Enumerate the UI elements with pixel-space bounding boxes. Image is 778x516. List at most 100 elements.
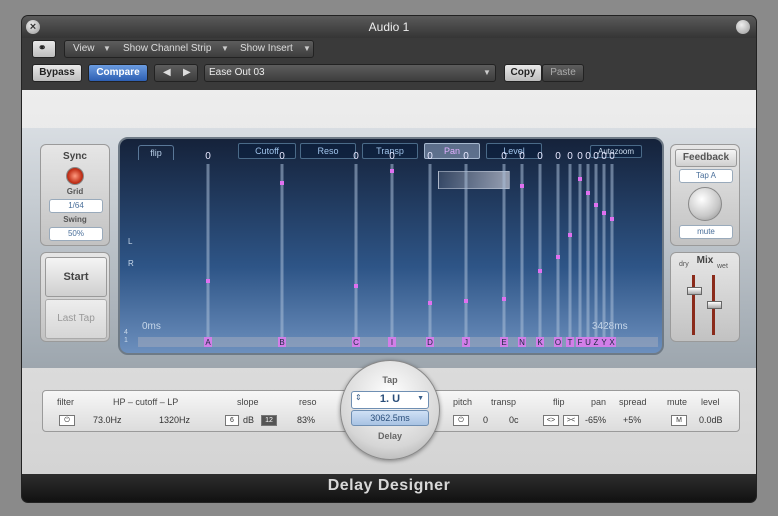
tap-zero-marker: 0 <box>577 151 583 162</box>
tap-letter[interactable]: T <box>568 338 573 347</box>
pitch-toggle-icon[interactable]: ⏻ <box>453 415 469 426</box>
bypass-button[interactable]: Bypass <box>32 64 82 82</box>
wet-slider-handle[interactable] <box>707 301 722 309</box>
tap-letter[interactable]: C <box>353 338 359 347</box>
tap-delay-dial: Tap ⇕ 1. U ▼ 3062.5ms Delay <box>340 360 440 460</box>
slope-label: slope <box>237 397 259 407</box>
tap-letter[interactable]: E <box>501 338 506 347</box>
feedback-mute-button[interactable]: mute <box>679 225 733 239</box>
tap-zero-marker: 0 <box>353 151 359 162</box>
dry-label: dry <box>679 261 689 268</box>
tap-letter[interactable]: I <box>391 338 393 347</box>
tap-selector[interactable]: ⇕ 1. U ▼ <box>351 391 429 409</box>
zoom-window-icon[interactable] <box>736 20 750 34</box>
compare-button[interactable]: Compare <box>88 64 148 82</box>
pan-value-marker[interactable] <box>520 184 524 188</box>
slope-12-button[interactable]: 12 <box>261 415 277 426</box>
pan-value-marker[interactable] <box>538 269 542 273</box>
wet-label: wet <box>717 263 728 270</box>
tap-letter[interactable]: Z <box>594 338 599 347</box>
chevron-down-icon: ▼ <box>417 395 424 402</box>
tap-zero-marker: 0 <box>463 151 469 162</box>
grid-label: Grid <box>66 187 84 196</box>
tap-letter[interactable]: O <box>555 338 561 347</box>
slope-6-button[interactable]: 6 <box>225 415 239 426</box>
pan-value-marker[interactable] <box>354 284 358 288</box>
tap-letter[interactable]: Y <box>601 338 607 347</box>
filter-toggle-icon[interactable]: ⏻ <box>59 415 75 426</box>
transp-semitone-value[interactable]: 0 <box>483 415 488 425</box>
preset-selector[interactable]: Ease Out 03 ▼ <box>204 64 496 82</box>
title-bar: × Audio 1 <box>22 16 756 38</box>
flip-rl-button[interactable]: >< <box>563 415 579 426</box>
tap-zero-marker: 0 <box>279 151 285 162</box>
dry-slider-track[interactable] <box>692 275 695 335</box>
tap-letter[interactable]: D <box>427 338 433 347</box>
start-button[interactable]: Start <box>45 257 107 297</box>
previous-preset-icon[interactable]: ◀ <box>163 65 171 81</box>
tap-letter[interactable]: A <box>205 338 211 347</box>
delay-time-value[interactable]: 3062.5ms <box>351 410 429 426</box>
show-insert-menu[interactable]: Show Insert <box>240 41 293 57</box>
last-tap-button[interactable]: Last Tap <box>45 299 107 339</box>
tap-zero-marker: 0 <box>601 151 607 162</box>
pan-value-marker[interactable] <box>586 191 590 195</box>
level-label: level <box>701 397 720 407</box>
tap-letter[interactable]: K <box>537 338 543 347</box>
tap-zero-marker: 0 <box>609 151 615 162</box>
tap-zero-marker: 0 <box>537 151 543 162</box>
mute-label: mute <box>667 397 688 407</box>
tap-zero-marker: 0 <box>519 151 525 162</box>
link-button[interactable]: ⚭ <box>32 40 56 58</box>
pan-value-marker[interactable] <box>594 203 598 207</box>
pan-value-marker[interactable] <box>464 299 468 303</box>
next-preset-icon[interactable]: ▶ <box>183 65 191 81</box>
feedback-knob[interactable] <box>688 187 722 221</box>
pan-value-marker[interactable] <box>556 255 560 259</box>
pan-value-marker[interactable] <box>602 211 606 215</box>
mute-button[interactable]: M <box>671 415 687 426</box>
feedback-tap-selector[interactable]: Tap A <box>679 169 733 183</box>
lp-cutoff-value[interactable]: 1320Hz <box>159 415 190 425</box>
tap-display[interactable]: flip Cutoff Reso Transp Pan Level Autozo… <box>118 137 664 355</box>
tap-letter[interactable]: J <box>464 338 468 347</box>
pan-value-marker[interactable] <box>390 169 394 173</box>
hp-cutoff-value[interactable]: 73.0Hz <box>93 415 122 425</box>
pan-value[interactable]: -65% <box>585 415 606 425</box>
tap-letter[interactable]: N <box>519 338 525 347</box>
flip-lr-button[interactable]: <> <box>543 415 559 426</box>
show-channel-strip-menu[interactable]: Show Channel Strip <box>123 41 211 57</box>
swing-value[interactable]: 50% <box>49 227 103 241</box>
view-menu[interactable]: View <box>73 41 95 57</box>
spread-value[interactable]: +5% <box>623 415 641 425</box>
transp-cent-value[interactable]: 0c <box>509 415 519 425</box>
feedback-button[interactable]: Feedback <box>675 149 737 167</box>
pan-value-marker[interactable] <box>502 297 506 301</box>
link-icon: ⚭ <box>38 43 47 54</box>
pan-value-marker[interactable] <box>578 177 582 181</box>
sync-led-button[interactable] <box>66 167 84 185</box>
grid-value[interactable]: 1/64 <box>49 199 103 213</box>
level-value[interactable]: 0.0dB <box>699 415 723 425</box>
tap-letter[interactable]: U <box>585 338 591 347</box>
pan-label: pan <box>591 397 607 407</box>
tap-zero-marker: 0 <box>389 151 395 162</box>
tap-letter[interactable]: B <box>279 338 284 347</box>
tap-letter[interactable]: X <box>609 338 615 347</box>
copy-button[interactable]: Copy <box>504 64 542 82</box>
preset-nav: ◀ ▶ <box>154 64 198 82</box>
tap-zero-marker: 0 <box>593 151 599 162</box>
reso-value[interactable]: 83% <box>297 415 315 425</box>
tap-lines[interactable]: 0 A 0 B 0 C 0 I 0 D 0 J 0 E 0 N 0 K 0 O 0 T 0 F 0 U 0 Z 0 Y 0 X <box>120 139 662 353</box>
tap-letter[interactable]: F <box>578 338 583 347</box>
pan-value-marker[interactable] <box>610 217 614 221</box>
pan-value-marker[interactable] <box>280 181 284 185</box>
pan-value-marker[interactable] <box>428 301 432 305</box>
paste-button[interactable]: Paste <box>542 64 584 82</box>
slope-db-label: dB <box>243 415 255 425</box>
flip-label: flip <box>553 397 565 407</box>
delay-label: Delay <box>377 431 403 441</box>
pan-value-marker[interactable] <box>206 279 210 283</box>
pan-value-marker[interactable] <box>568 233 572 237</box>
dry-slider-handle[interactable] <box>687 287 702 295</box>
